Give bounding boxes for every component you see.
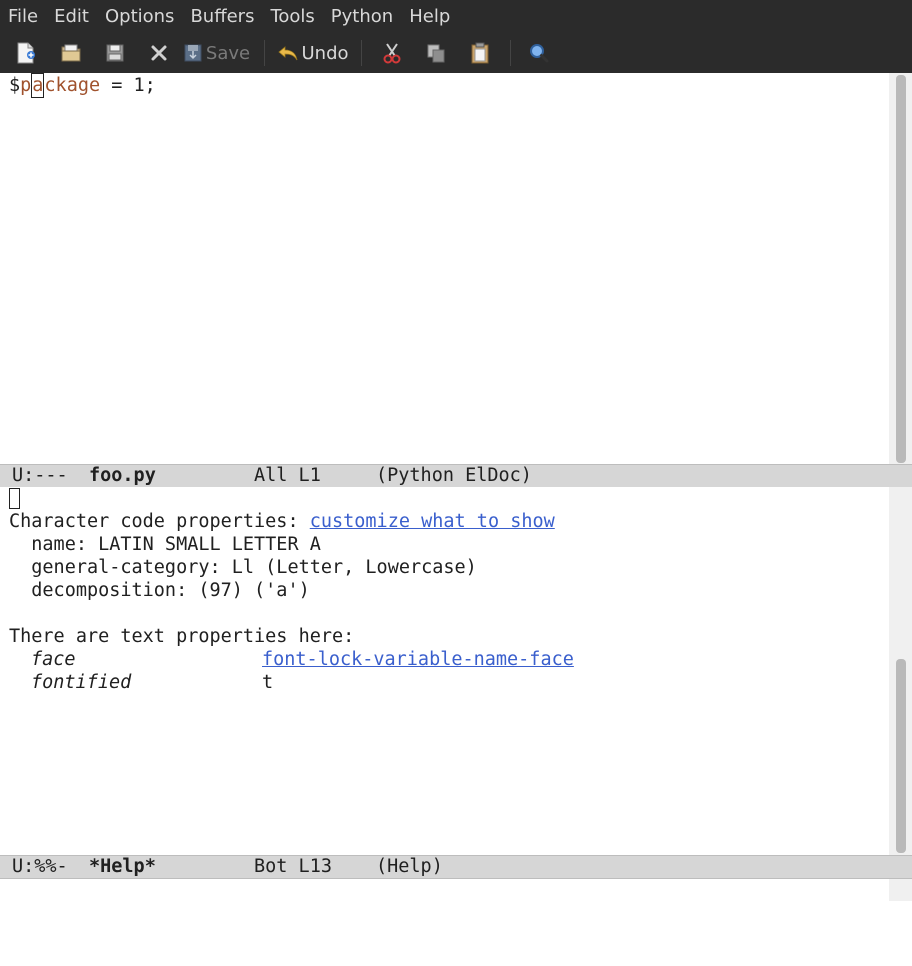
char-name-line: name: LATIN SMALL LETTER A	[9, 534, 321, 555]
prop-face-value-link[interactable]: font-lock-variable-name-face	[262, 648, 574, 671]
new-file-icon	[17, 42, 35, 64]
buffer-position: All L1	[254, 465, 321, 486]
help-major-mode[interactable]: (Help)	[376, 856, 443, 878]
scrollbar-help[interactable]	[889, 487, 912, 855]
menu-edit[interactable]: Edit	[46, 0, 97, 33]
toolbar-separator	[264, 40, 265, 66]
paste-button[interactable]	[458, 33, 502, 73]
toolbar-separator	[361, 40, 362, 66]
scrollbar-thumb-help[interactable]	[896, 659, 906, 853]
menu-buffers[interactable]: Buffers	[182, 0, 262, 33]
mode-line-help[interactable]: U:%%- *Help* Bot L13 (Help)	[0, 855, 912, 879]
prop-face-name: face	[31, 649, 76, 670]
undo-icon	[278, 46, 298, 61]
copy-icon	[427, 44, 445, 63]
editor-window-foo[interactable]: $package = 1;	[0, 73, 889, 465]
variable-name-rest: ckage	[44, 75, 101, 96]
search-button[interactable]	[519, 33, 559, 73]
menu-bar: File Edit Options Buffers Tools Python H…	[0, 0, 912, 33]
buffer-status: U:---	[12, 465, 68, 486]
customize-link[interactable]: customize what to show	[310, 511, 555, 532]
help-buffer-status: U:%%-	[12, 856, 68, 877]
minibuffer[interactable]	[0, 879, 889, 901]
undo-label: Undo	[301, 42, 349, 64]
help-cursor	[9, 488, 20, 509]
save-button[interactable]: Save	[178, 33, 256, 73]
text-props-header: There are text properties here:	[9, 626, 355, 647]
decomposition-line: decomposition: (97) ('a')	[9, 580, 310, 601]
toolbar-separator	[510, 40, 511, 66]
scrollbar-minibuffer	[889, 879, 912, 901]
scrollbar-thumb-top[interactable]	[896, 75, 906, 463]
char-props-label: Character code properties:	[9, 511, 310, 532]
code-line-1: $package = 1;	[9, 73, 156, 98]
assignment-text: = 1;	[100, 75, 156, 96]
copy-button[interactable]	[414, 33, 458, 73]
search-icon	[530, 44, 549, 63]
scissors-icon	[383, 43, 401, 64]
undo-button[interactable]: Undo	[273, 33, 353, 73]
clipboard-icon	[471, 42, 489, 64]
major-modes[interactable]: (Python ElDoc)	[376, 465, 532, 487]
new-file-button[interactable]	[0, 33, 52, 73]
mode-line-foo[interactable]: U:--- foo.py All L1 (Python ElDoc)	[0, 464, 912, 488]
buffer-name[interactable]: foo.py	[89, 465, 156, 487]
dollar-sign: $	[9, 75, 21, 96]
char-props-line: Character code properties: customize wha…	[9, 510, 555, 533]
folder-icon	[61, 44, 81, 62]
menu-help[interactable]: Help	[401, 0, 458, 33]
cut-button[interactable]	[370, 33, 414, 73]
menu-tools[interactable]: Tools	[262, 0, 322, 33]
close-icon	[151, 45, 167, 61]
menu-options[interactable]: Options	[97, 0, 182, 33]
tool-bar: Save Undo	[0, 33, 912, 73]
menu-python[interactable]: Python	[323, 0, 401, 33]
variable-char-p: p	[20, 75, 32, 96]
menu-file[interactable]: File	[0, 0, 46, 33]
text-cursor: a	[31, 73, 45, 98]
general-category-line: general-category: Ll (Letter, Lowercase)	[9, 557, 477, 578]
help-cursor-line	[9, 487, 20, 510]
help-buffer-name[interactable]: *Help*	[89, 856, 156, 878]
disk-icon	[106, 44, 124, 62]
open-file-button[interactable]	[52, 33, 90, 73]
prop-fontified-name: fontified	[31, 672, 132, 693]
save-label: Save	[205, 42, 251, 64]
help-window[interactable]: Character code properties: customize wha…	[0, 487, 889, 855]
scrollbar-top[interactable]	[889, 73, 912, 465]
help-buffer-position: Bot L13	[254, 856, 332, 877]
prop-fontified-value: t	[262, 672, 274, 693]
save-icon	[184, 44, 202, 62]
save-disk-button[interactable]	[90, 33, 140, 73]
close-buffer-button[interactable]	[140, 33, 178, 73]
